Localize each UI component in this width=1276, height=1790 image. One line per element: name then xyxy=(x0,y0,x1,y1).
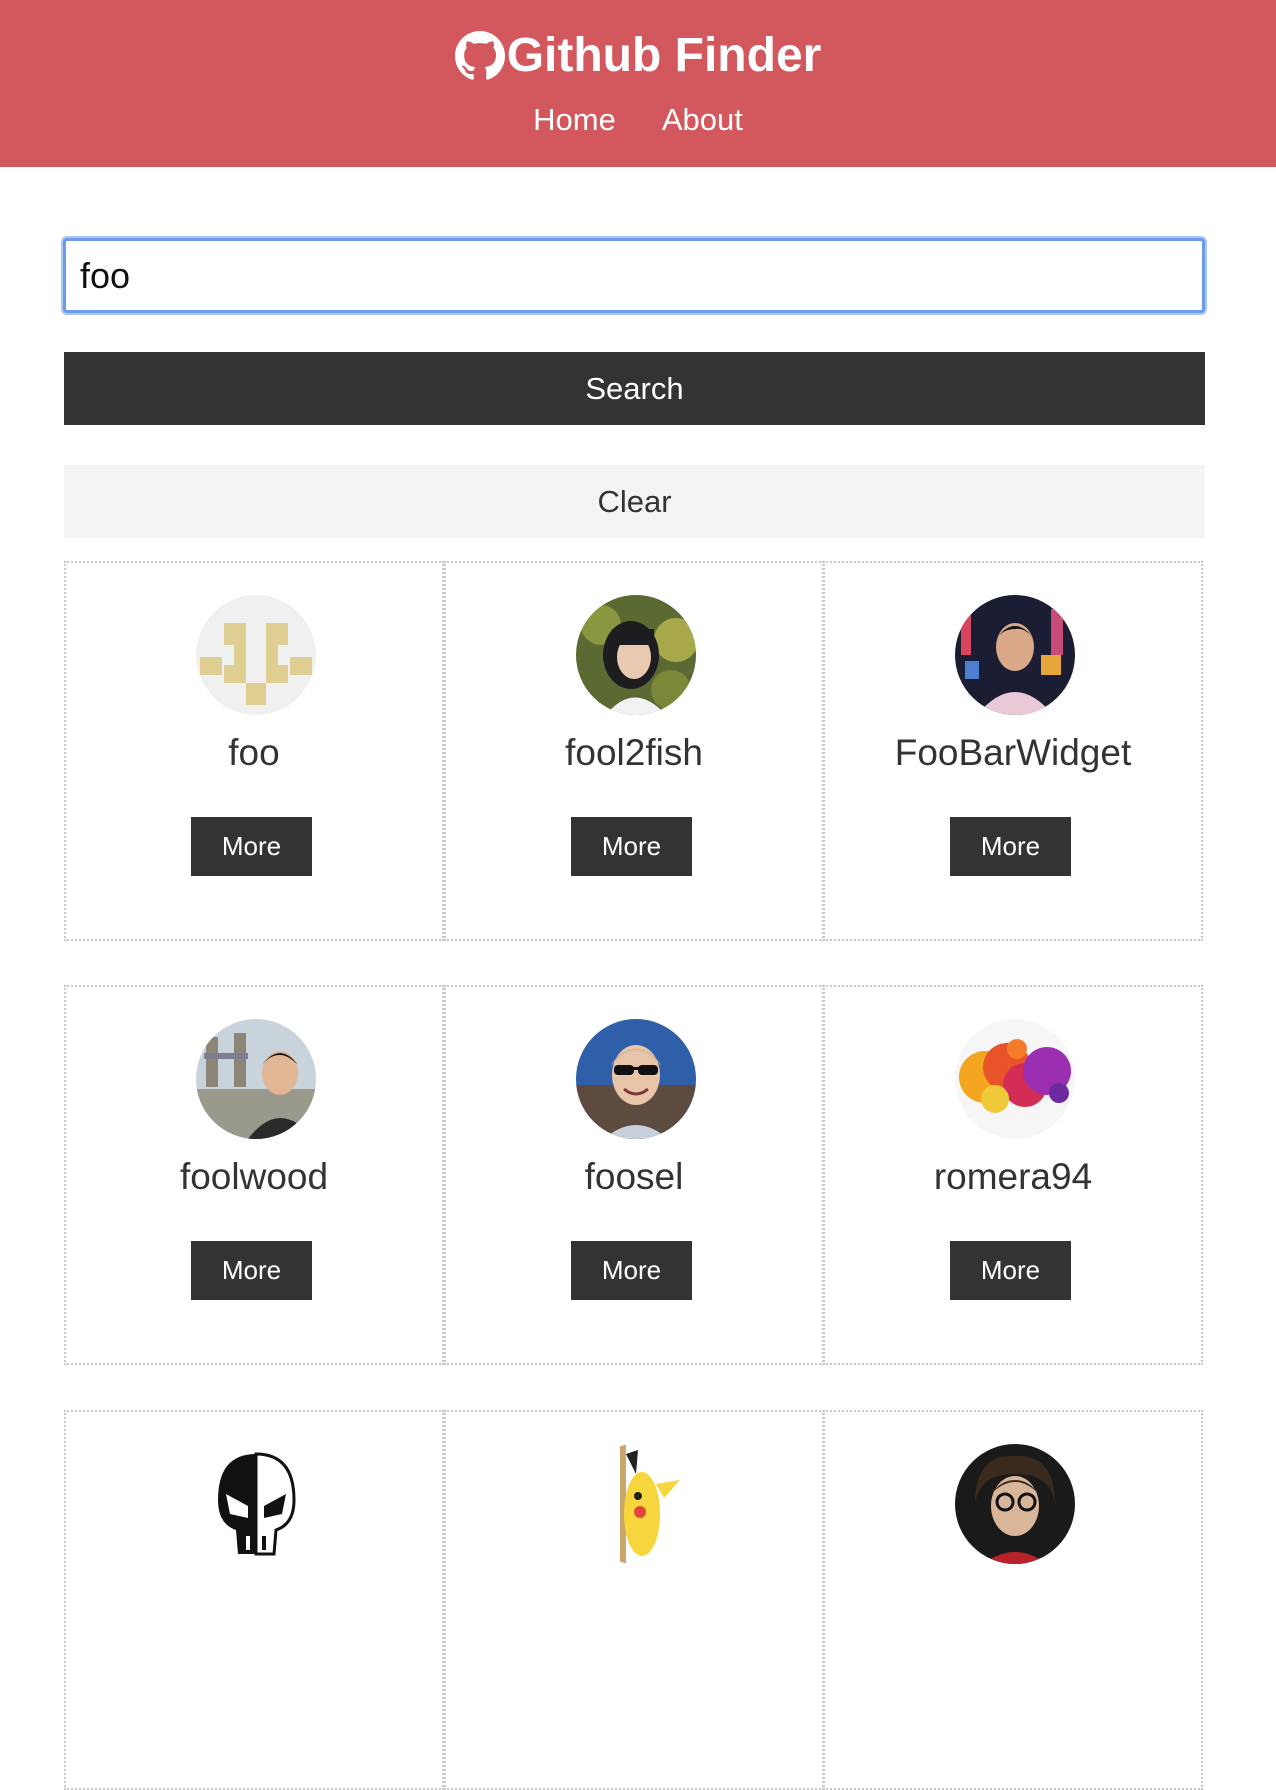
search-input[interactable] xyxy=(63,238,1205,313)
username: foo xyxy=(228,732,280,773)
user-avatar xyxy=(576,1019,696,1139)
user-card xyxy=(823,1410,1203,1790)
nav-about-link[interactable]: About xyxy=(662,98,743,142)
github-icon xyxy=(454,31,505,80)
user-card: foolwood More xyxy=(64,985,444,1365)
user-card xyxy=(64,1410,444,1790)
nav-links: Home About xyxy=(0,98,1276,142)
nav-home-link[interactable]: Home xyxy=(533,98,616,142)
username: FooBarWidget xyxy=(894,732,1132,773)
user-avatar xyxy=(955,595,1075,715)
search-button[interactable]: Search xyxy=(64,352,1205,425)
user-avatar xyxy=(196,1019,316,1139)
user-card: romera94 More xyxy=(823,985,1203,1365)
paint-splash-avatar xyxy=(955,1019,1075,1139)
more-button[interactable]: More xyxy=(571,1241,692,1300)
user-avatar xyxy=(955,1444,1075,1564)
user-card xyxy=(444,1410,824,1790)
user-card: fool2fish More xyxy=(444,561,824,941)
username: foosel xyxy=(584,1156,684,1197)
more-button[interactable]: More xyxy=(950,817,1071,876)
pikachu-avatar xyxy=(576,1444,696,1564)
more-button[interactable]: More xyxy=(191,817,312,876)
more-button[interactable]: More xyxy=(950,1241,1071,1300)
navbar: Github Finder Home About xyxy=(0,0,1276,167)
brand[interactable]: Github Finder xyxy=(0,28,1276,84)
username: fool2fish xyxy=(565,732,703,773)
username: foolwood xyxy=(179,1156,329,1197)
user-card: foosel More xyxy=(444,985,824,1365)
skull-logo-avatar xyxy=(196,1444,316,1564)
page-title: Github Finder xyxy=(506,29,822,82)
clear-button[interactable]: Clear xyxy=(64,465,1205,538)
user-avatar xyxy=(576,595,696,715)
username: romera94 xyxy=(933,1156,1093,1197)
identicon-avatar xyxy=(196,595,316,715)
user-card: FooBarWidget More xyxy=(823,561,1203,941)
user-card: foo More xyxy=(64,561,444,941)
more-button[interactable]: More xyxy=(571,817,692,876)
more-button[interactable]: More xyxy=(191,1241,312,1300)
